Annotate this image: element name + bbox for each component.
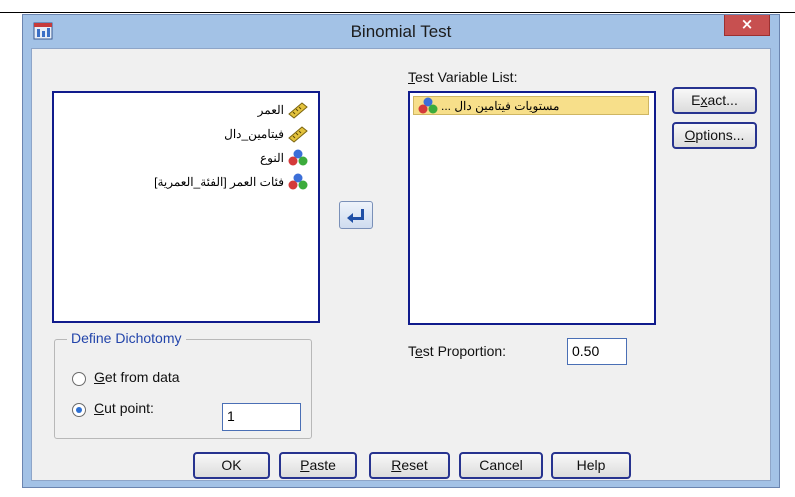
exact-button[interactable]: Exact... [672,87,757,114]
nominal-balls-icon [418,97,438,113]
list-item-label: العمر [257,103,284,117]
ok-button[interactable]: OK [193,452,270,479]
list-item[interactable]: النوع [260,147,308,169]
source-variable-list[interactable]: العمر فيتامين_دال النوع فئات العمر [الفئ… [52,91,320,323]
test-proportion-input[interactable]: 0.50 [567,338,627,365]
scale-ruler-icon [288,102,308,119]
list-item-label: مستويات فيتامين دال ... [441,98,560,113]
cut-point-input[interactable]: 1 [222,403,301,431]
top-rule [0,12,795,13]
test-variable-list-label: Test Variable List: [408,69,518,85]
list-item-label: فئات العمر [الفئة_العمرية] [154,175,284,189]
paste-button[interactable]: Paste [279,452,357,479]
define-dichotomy-title: Define Dichotomy [67,330,186,346]
window-title: Binomial Test [350,22,452,41]
options-button[interactable]: Options... [672,122,757,149]
radio-selected-dot [76,407,82,413]
list-item-label: فيتامين_دال [224,127,284,141]
get-from-data-label[interactable]: Get from data [94,369,180,385]
test-variable-list[interactable]: مستويات فيتامين دال ... [408,91,656,325]
get-from-data-radio[interactable] [72,372,86,386]
cut-point-label[interactable]: Cut point: [94,400,154,416]
list-item-label: النوع [260,151,284,165]
cut-point-radio[interactable] [72,403,86,417]
title-bar[interactable]: Binomial Test × [23,15,779,48]
reset-button[interactable]: Reset [369,452,450,479]
list-item-selected[interactable]: مستويات فيتامين دال ... [413,96,649,115]
test-proportion-label: Test Proportion: [408,343,507,359]
list-item[interactable]: فئات العمر [الفئة_العمرية] [154,171,308,193]
nominal-balls-icon [288,149,308,166]
arrow-left-icon [347,209,364,223]
close-button[interactable]: × [724,15,770,36]
dialog-body: العمر فيتامين_دال النوع فئات العمر [الفئ… [31,48,771,481]
cancel-button[interactable]: Cancel [459,452,543,479]
help-button[interactable]: Help [551,452,631,479]
nominal-balls-icon [288,173,308,190]
list-item[interactable]: العمر [258,99,308,121]
binomial-test-dialog: Binomial Test × العمر فيتامين_دال النوع … [22,14,780,488]
scale-ruler-icon [288,126,308,143]
move-variable-button[interactable] [339,201,373,229]
list-item[interactable]: فيتامين_دال [224,123,308,145]
